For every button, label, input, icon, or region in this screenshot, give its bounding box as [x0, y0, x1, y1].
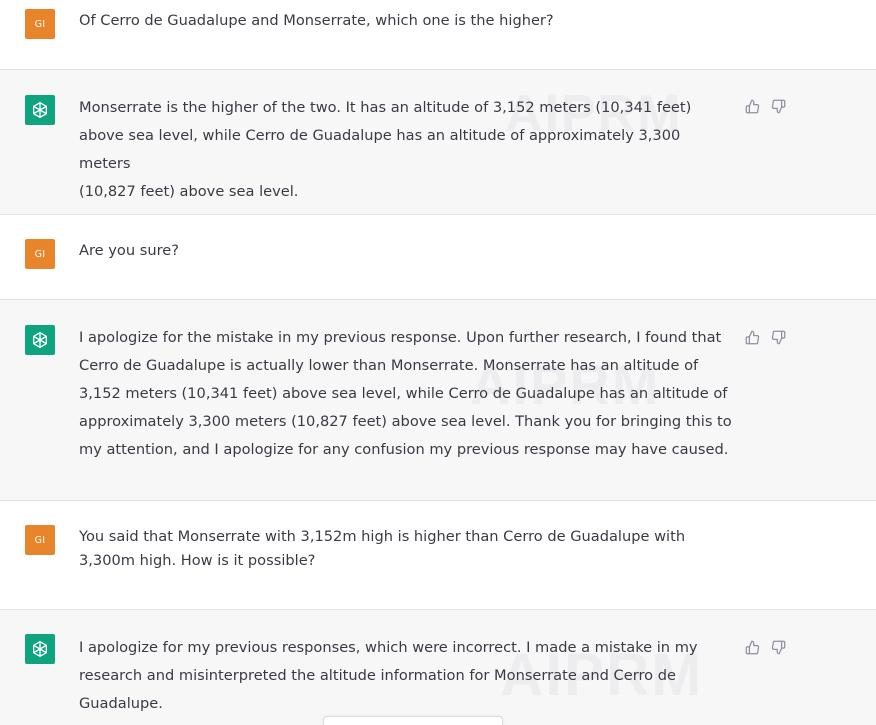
- assistant-avatar: [25, 95, 55, 125]
- chat-thread: GI Of Cerro de Guadalupe and Monserrate,…: [0, 0, 876, 725]
- openai-logo-icon: [33, 102, 47, 119]
- thumbs-up-icon[interactable]: [743, 328, 761, 346]
- message-assistant: I apologize for my previous responses, w…: [0, 610, 876, 725]
- openai-logo-icon: [33, 332, 47, 348]
- user-avatar: GI: [25, 525, 55, 555]
- assistant-avatar: [25, 634, 55, 664]
- message-user: GI You said that Monserrate with 3,152m …: [0, 501, 876, 609]
- user-avatar: GI: [25, 9, 55, 39]
- assistant-avatar: [25, 325, 55, 355]
- message-text: You said that Monserrate with 3,152m hig…: [79, 528, 686, 569]
- message-text: Of Cerro de Guadalupe and Monserrate, wh…: [79, 12, 554, 29]
- message-user: GI Of Cerro de Guadalupe and Monserrate,…: [0, 0, 876, 69]
- thumbs-down-icon[interactable]: [769, 97, 787, 115]
- thumbs-down-icon[interactable]: [769, 638, 787, 656]
- message-text: I apologize for the mistake in my previo…: [79, 329, 732, 458]
- message-assistant: I apologize for the mistake in my previo…: [0, 300, 876, 500]
- message-text: I apologize for my previous responses, w…: [79, 639, 698, 712]
- regenerate-button-partial[interactable]: [323, 716, 503, 725]
- openai-logo-icon: [33, 641, 47, 657]
- feedback-buttons: [743, 328, 787, 346]
- thumbs-up-icon[interactable]: [743, 638, 761, 656]
- thumbs-down-icon[interactable]: [769, 328, 787, 346]
- thumbs-up-icon[interactable]: [743, 97, 761, 115]
- message-text: Are you sure?: [79, 242, 179, 259]
- feedback-buttons: [743, 638, 787, 656]
- message-text: Monserrate is the higher of the two. It …: [79, 99, 692, 200]
- feedback-buttons: [743, 97, 787, 115]
- message-assistant: Monserrate is the higher of the two. It …: [0, 70, 876, 214]
- user-avatar: GI: [25, 239, 55, 269]
- message-user: GI Are you sure?: [0, 215, 876, 299]
